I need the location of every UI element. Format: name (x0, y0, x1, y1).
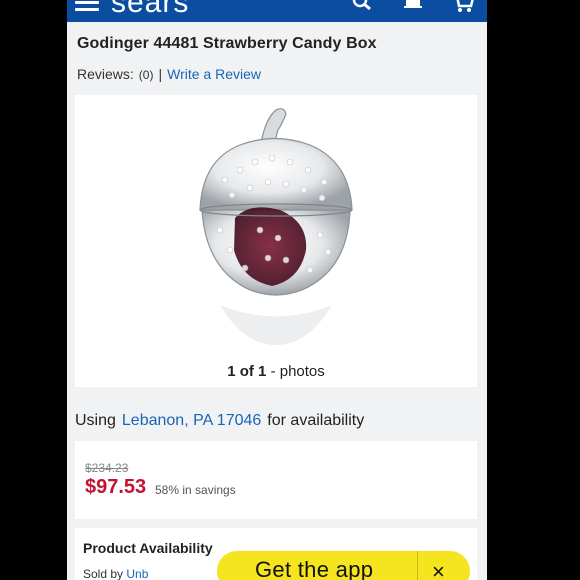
header-bar: sears (67, 0, 487, 22)
sold-by-label: Sold by (83, 567, 124, 580)
product-photo[interactable] (190, 100, 362, 350)
photo-counter: 1 of 1 - photos (75, 363, 477, 380)
seller-link[interactable]: Unb (126, 567, 148, 580)
availability-suffix: for availability (267, 412, 365, 429)
mobile-page: sears Godinger 44481 Strawberry Candy Bo… (67, 0, 487, 580)
hamburger-menu-icon[interactable] (75, 0, 99, 12)
product-image-card[interactable]: 1 of 1 - photos (75, 95, 477, 387)
cart-icon[interactable] (452, 0, 474, 16)
original-price: $234.23 (85, 461, 129, 475)
sold-by-row: Sold by Unb (83, 567, 148, 580)
get-app-banner[interactable]: Get the app × (217, 551, 470, 580)
brand-logo[interactable]: sears (111, 0, 189, 20)
close-icon[interactable]: × (432, 559, 445, 580)
bell-icon[interactable] (402, 0, 424, 16)
photo-index: 1 of 1 (227, 363, 267, 380)
banner-divider (417, 551, 418, 580)
photo-suffix: - photos (266, 363, 325, 380)
reviews-row: Reviews: (0) | Write a Review (77, 66, 261, 82)
get-app-button[interactable]: Get the app (255, 557, 373, 580)
product-availability-title: Product Availability (83, 540, 213, 556)
reviews-label: Reviews: (77, 66, 134, 82)
search-icon[interactable] (352, 0, 374, 16)
write-review-link[interactable]: Write a Review (167, 66, 261, 82)
product-title: Godinger 44481 Strawberry Candy Box (77, 35, 377, 52)
sale-price: $97.53 (85, 476, 147, 498)
savings-text: 58% in savings (155, 483, 236, 497)
location-link[interactable]: Lebanon, PA 17046 (122, 412, 261, 429)
review-count: (0) (138, 68, 154, 82)
price-card: $234.23 $97.53 58% in savings (75, 441, 477, 519)
availability-prefix: Using (75, 412, 116, 429)
availability-row: Using Lebanon, PA 17046 for availability (75, 412, 364, 430)
separator: | (158, 66, 163, 82)
